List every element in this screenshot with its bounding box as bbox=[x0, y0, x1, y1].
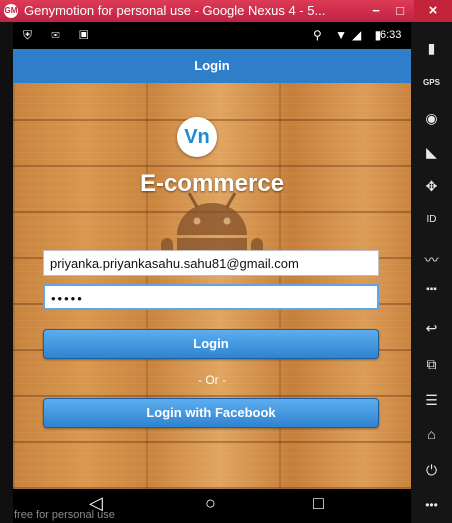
sms-icon[interactable]: ▪▪▪ bbox=[411, 284, 452, 295]
home-icon[interactable]: ⌂ bbox=[411, 426, 452, 442]
login-button[interactable]: Login bbox=[43, 329, 379, 359]
notification-icons: ⛨ ✉ ▣ bbox=[23, 28, 97, 42]
app-name: E-commerce bbox=[139, 170, 285, 197]
maximize-button[interactable]: □ bbox=[389, 0, 411, 22]
window-titlebar: GM Genymotion for personal use - Google … bbox=[0, 0, 452, 22]
status-bar: ⛨ ✉ ▣ ⚲ ▼◢ ▮ 6:33 bbox=[13, 22, 411, 49]
app-logo: Vn bbox=[177, 117, 217, 157]
home-nav-icon[interactable]: ○ bbox=[205, 493, 216, 514]
password-field[interactable]: ••••• bbox=[43, 284, 379, 310]
window-title: Genymotion for personal use - Google Nex… bbox=[24, 3, 326, 18]
minimize-button[interactable]: − bbox=[365, 0, 387, 22]
back-icon[interactable]: ↩ bbox=[411, 320, 452, 337]
recents-nav-icon[interactable]: □ bbox=[313, 493, 324, 514]
webcam-icon[interactable]: ◉ bbox=[411, 110, 452, 127]
battery-icon[interactable]: ▮ bbox=[411, 40, 452, 57]
status-time: 6:33 bbox=[380, 29, 402, 41]
power-icon[interactable]: ⏻ bbox=[411, 462, 452, 479]
rotate-icon[interactable]: ◣ bbox=[411, 144, 452, 161]
email-field[interactable]: priyanka.priyankasahu.sahu81@gmail.com bbox=[43, 250, 379, 276]
genymotion-icon: GM bbox=[4, 4, 18, 18]
watermark-text: free for personal use bbox=[14, 509, 115, 521]
close-button[interactable]: × bbox=[414, 0, 452, 22]
dpad-icon[interactable]: ✥ bbox=[411, 178, 452, 195]
action-bar: Login bbox=[13, 49, 411, 83]
more-icon[interactable]: ••• bbox=[411, 498, 452, 512]
signal-icons: ⚲ ▼◢ ▮ bbox=[313, 28, 387, 42]
emulator-toolbar: ▮ GPS ◉ ◣ ✥ ID 〰 ▪▪▪ ↩ ⧉ ☰ ⌂ ⏻ ••• bbox=[411, 22, 452, 523]
gps-icon[interactable]: GPS bbox=[411, 78, 452, 87]
recent-apps-icon[interactable]: ⧉ bbox=[411, 356, 452, 373]
facebook-login-button[interactable]: Login with Facebook bbox=[43, 398, 379, 428]
page-title: Login bbox=[194, 58, 230, 73]
menu-icon[interactable]: ☰ bbox=[411, 392, 452, 409]
network-icon[interactable]: 〰 bbox=[411, 250, 452, 270]
id-icon[interactable]: ID bbox=[411, 214, 452, 225]
emulator-frame bbox=[0, 22, 13, 523]
or-divider: - Or - bbox=[198, 373, 226, 387]
login-screen: Vn E-commerce priyanka.priyankasahu.sahu… bbox=[13, 83, 411, 489]
